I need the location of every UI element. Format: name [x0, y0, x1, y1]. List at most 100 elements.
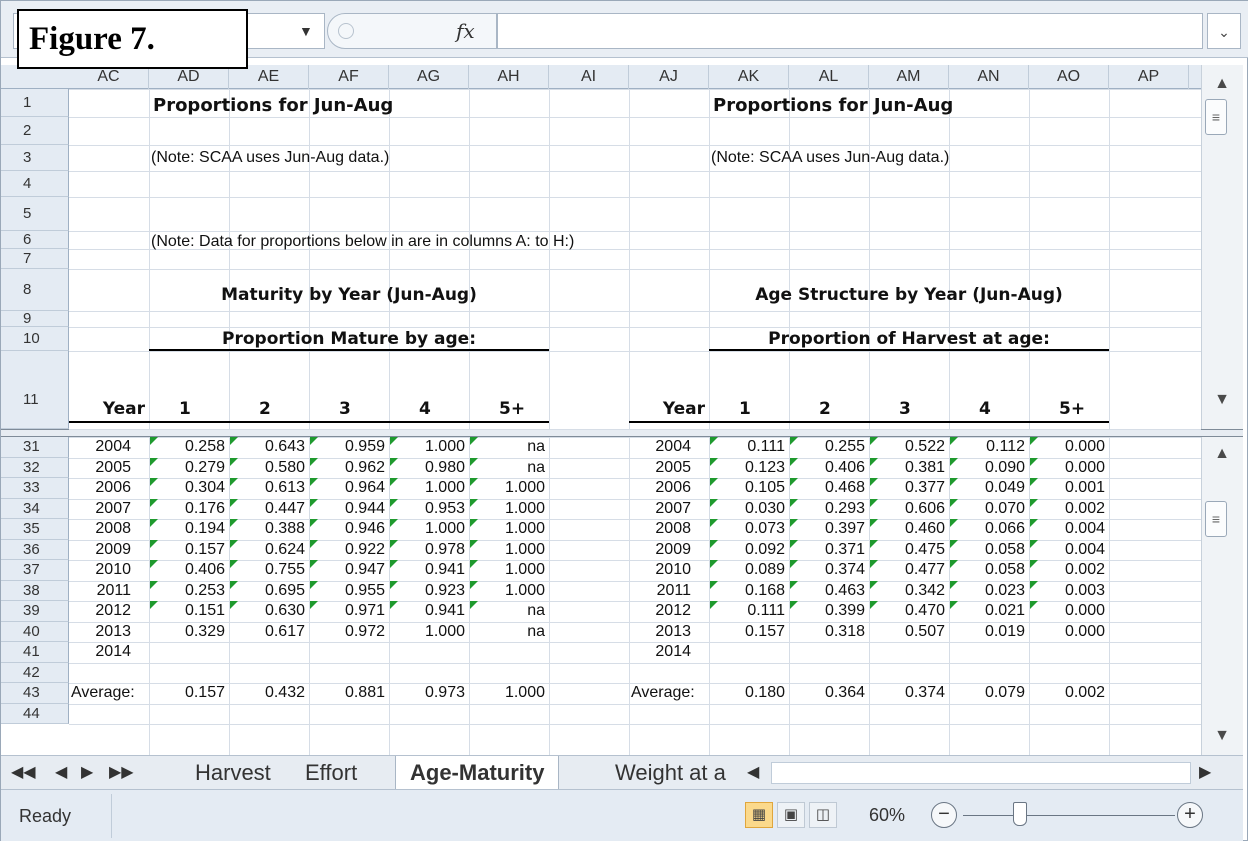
tab-weight-at-age[interactable]: Weight at a — [601, 756, 740, 790]
zoom-level[interactable]: 60% — [869, 805, 905, 826]
column-header-ak[interactable]: AK — [709, 65, 789, 89]
column-header-af[interactable]: AF — [309, 65, 389, 89]
error-indicator-icon — [790, 437, 798, 445]
scroll-down-icon[interactable]: ▼ — [1201, 723, 1243, 749]
maturity-value: na — [527, 438, 545, 455]
row-header-11[interactable]: 11 — [1, 351, 69, 429]
row-header-1[interactable]: 1 — [1, 89, 69, 117]
column-header-aj[interactable]: AJ — [629, 65, 709, 89]
row-header-40[interactable]: 40 — [1, 621, 69, 642]
maturity-value: 0.964 — [344, 479, 385, 496]
header-underline — [149, 421, 229, 423]
gridline — [69, 197, 1201, 198]
maturity-average: 0.157 — [184, 684, 225, 701]
tab-effort[interactable]: Effort — [291, 756, 371, 790]
insert-function-icon[interactable]: fx — [456, 19, 475, 43]
column-header-ag[interactable]: AG — [389, 65, 469, 89]
row-header-10[interactable]: 10 — [1, 327, 69, 351]
column-header-al[interactable]: AL — [789, 65, 869, 89]
page-layout-view-icon[interactable]: ▣ — [777, 802, 805, 828]
scroll-up-icon[interactable]: ▲ — [1201, 441, 1243, 467]
cancel-icon[interactable] — [338, 23, 354, 39]
note-right: (Note: SCAA uses Jun-Aug data.) — [711, 149, 950, 166]
first-sheet-icon[interactable]: ◀◀ — [11, 762, 36, 782]
error-indicator-icon — [710, 437, 718, 445]
maturity-year-2012: 2012 — [95, 602, 131, 619]
row-header-38[interactable]: 38 — [1, 580, 69, 601]
chevron-down-icon[interactable]: ▼ — [299, 23, 313, 39]
error-indicator-icon — [230, 457, 238, 466]
row-header-4[interactable]: 4 — [1, 171, 69, 197]
prev-sheet-icon[interactable]: ◀ — [55, 762, 67, 782]
row-header-3[interactable]: 3 — [1, 145, 69, 171]
scroll-right-icon[interactable]: ▶ — [1199, 762, 1211, 782]
gridline — [549, 89, 550, 429]
row-header-37[interactable]: 37 — [1, 560, 69, 581]
row-header-36[interactable]: 36 — [1, 539, 69, 560]
row-header-32[interactable]: 32 — [1, 457, 69, 478]
error-indicator-icon — [150, 498, 158, 507]
row-header-5[interactable]: 5 — [1, 197, 69, 231]
scroll-thumb-bottom[interactable]: ≡ — [1205, 501, 1227, 537]
error-indicator-icon — [470, 478, 478, 486]
gridline — [69, 171, 1201, 172]
harvest-value: 0.157 — [744, 622, 785, 640]
error-indicator-icon — [390, 478, 398, 486]
row-header-7[interactable]: 7 — [1, 249, 69, 269]
tab-scroll-left-icon[interactable]: ◀ — [747, 762, 759, 782]
column-header-ao[interactable]: AO — [1029, 65, 1109, 89]
error-indicator-icon — [230, 478, 238, 486]
error-indicator-icon — [1030, 437, 1038, 445]
error-indicator-icon — [710, 539, 718, 548]
row-header-34[interactable]: 34 — [1, 498, 69, 519]
row-header-33[interactable]: 33 — [1, 478, 69, 499]
column-header-ai[interactable]: AI — [549, 65, 629, 89]
row-header-6[interactable]: 6 — [1, 231, 69, 249]
row-header-41[interactable]: 41 — [1, 642, 69, 663]
vertical-scrollbar-bottom[interactable] — [1201, 437, 1243, 755]
tab-harvest[interactable]: Harvest — [181, 756, 285, 790]
scroll-up-icon[interactable]: ▲ — [1201, 71, 1243, 97]
error-indicator-icon — [1030, 519, 1038, 527]
zoom-slider-thumb[interactable] — [1013, 802, 1027, 826]
scroll-down-icon[interactable]: ▼ — [1201, 387, 1243, 413]
row-header-8[interactable]: 8 — [1, 269, 69, 311]
row-header-42[interactable]: 42 — [1, 662, 69, 683]
page-break-view-icon[interactable]: ◫ — [809, 802, 837, 828]
row-header-39[interactable]: 39 — [1, 601, 69, 622]
harvest-year-2012: 2012 — [655, 602, 691, 619]
last-sheet-icon[interactable]: ▶▶ — [109, 762, 134, 782]
error-indicator-icon — [310, 519, 318, 527]
horizontal-scrollbar[interactable] — [771, 762, 1191, 784]
harvest-value: 0.123 — [744, 458, 785, 476]
error-indicator-icon — [230, 437, 238, 445]
column-header-am[interactable]: AM — [869, 65, 949, 89]
scroll-thumb-top[interactable]: ≡ — [1205, 99, 1227, 135]
gridline — [69, 145, 1201, 146]
tab-age-maturity[interactable]: Age-Maturity — [395, 756, 560, 790]
column-header-ah[interactable]: AH — [469, 65, 549, 89]
harvest-value: 0.371 — [824, 540, 865, 558]
maturity-year-2013: 2013 — [95, 622, 131, 640]
expand-formula-icon[interactable]: ⌄ — [1207, 13, 1241, 49]
row-header-43[interactable]: 43 — [1, 683, 69, 704]
row-header-44[interactable]: 44 — [1, 703, 69, 724]
normal-view-icon[interactable]: ▦ — [745, 802, 773, 828]
column-header-ap[interactable]: AP — [1109, 65, 1189, 89]
pane-split-bar[interactable] — [1, 429, 1243, 437]
zoom-out-icon[interactable]: − — [931, 802, 957, 828]
formula-input[interactable] — [497, 13, 1203, 49]
row-header-9[interactable]: 9 — [1, 311, 69, 327]
row-header-35[interactable]: 35 — [1, 519, 69, 540]
maturity-average: 0.881 — [344, 684, 385, 701]
zoom-in-icon[interactable]: + — [1177, 802, 1203, 828]
sheet-title-right: Proportions for Jun-Aug — [713, 95, 954, 116]
harvest-value: 0.001 — [1064, 479, 1105, 496]
row-header-2[interactable]: 2 — [1, 117, 69, 145]
column-header-an[interactable]: AN — [949, 65, 1029, 89]
row-header-31[interactable]: 31 — [1, 437, 69, 458]
zoom-slider-track[interactable] — [963, 815, 1175, 816]
error-indicator-icon — [310, 539, 318, 548]
maturity-value: 0.944 — [344, 499, 385, 517]
next-sheet-icon[interactable]: ▶ — [81, 762, 93, 782]
